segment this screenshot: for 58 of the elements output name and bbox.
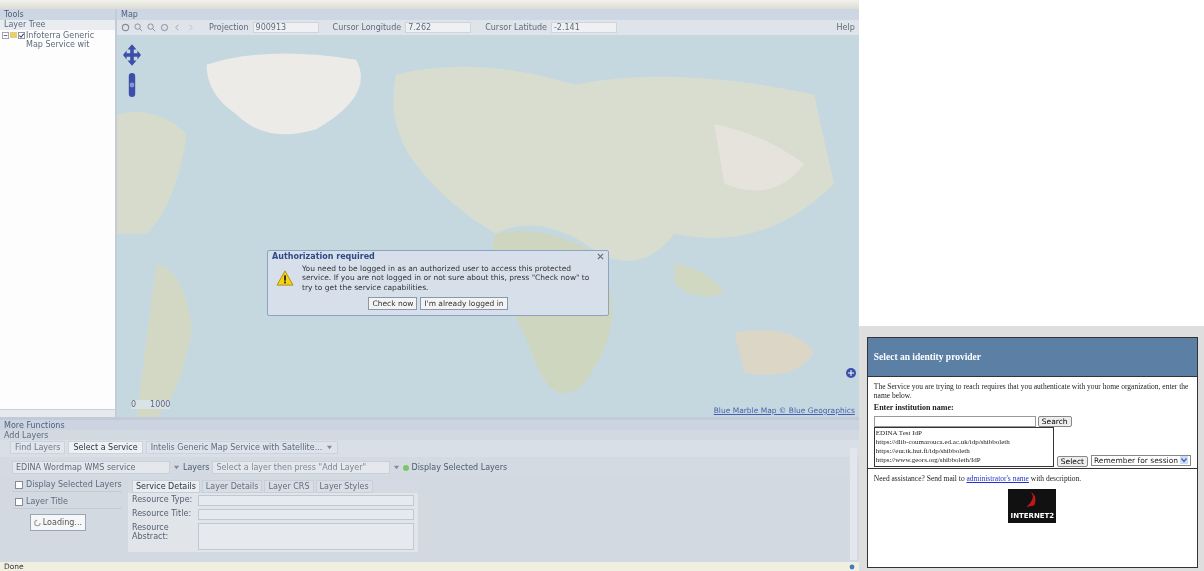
field-label: Resource Type: xyxy=(132,495,194,506)
globe-icon xyxy=(848,563,855,570)
caret-icon[interactable] xyxy=(326,444,334,451)
latitude-field: -2.141 xyxy=(550,21,617,33)
page-title: Select an identity provider xyxy=(873,352,982,362)
projection-field: 900913 xyxy=(252,21,319,33)
input-field[interactable] xyxy=(198,495,414,506)
text-area[interactable] xyxy=(198,523,414,550)
checkbox-label: Display Selected Layers xyxy=(26,480,122,489)
checkbox[interactable] xyxy=(15,480,23,489)
tab[interactable]: Layer Details xyxy=(201,480,263,493)
zoom-extent-icon[interactable] xyxy=(121,22,130,32)
caret-icon[interactable] xyxy=(1180,456,1188,465)
checkbox-label: Layer Title xyxy=(26,497,68,506)
institution-field[interactable] xyxy=(873,415,1036,427)
tree-item[interactable]: Infoterra Generic Map Service wit xyxy=(2,31,113,50)
tab[interactable]: Find Layers xyxy=(10,441,66,454)
display-layers-button[interactable]: Display Selected Layers xyxy=(403,463,508,472)
panel-title: Map xyxy=(121,9,138,19)
projection-label: Projection xyxy=(209,22,249,32)
longitude-label: Cursor Longitude xyxy=(332,22,402,32)
dialog-title: Authorization required xyxy=(272,251,375,261)
checkbox[interactable] xyxy=(18,31,25,39)
tab[interactable]: Layer CRS xyxy=(264,480,314,493)
pan-control-icon[interactable] xyxy=(123,42,141,67)
zoom-in-icon[interactable] xyxy=(134,22,143,32)
panel-title: Tools xyxy=(4,9,24,19)
pan-hand-icon[interactable] xyxy=(160,22,169,32)
loading-text: Loading... xyxy=(42,518,82,527)
tab[interactable]: Service Details xyxy=(132,480,200,493)
spinner-icon xyxy=(34,518,41,527)
scale-bar: 0 1000 xyxy=(131,400,171,409)
caret-icon[interactable] xyxy=(173,464,180,471)
longitude-field: 7.262 xyxy=(405,21,472,33)
service-field[interactable]: EDINA Wordmap WMS service xyxy=(12,461,170,474)
tab[interactable]: Layer Styles xyxy=(315,480,373,493)
checkbox[interactable] xyxy=(15,497,23,506)
scrollbar[interactable] xyxy=(0,409,115,417)
layers-label: Layers xyxy=(183,463,210,472)
tab[interactable]: Select a Service xyxy=(68,441,143,454)
folder-icon xyxy=(10,31,17,38)
caret-icon[interactable] xyxy=(393,464,401,471)
zoom-slider-icon[interactable] xyxy=(128,70,136,99)
expand-icon[interactable] xyxy=(2,31,9,39)
warning-icon xyxy=(276,269,294,286)
field-label: Resource Abstract: xyxy=(132,523,170,543)
layer-switcher-icon[interactable] xyxy=(845,367,856,378)
section-title: Add Layers xyxy=(4,430,49,440)
input-field[interactable] xyxy=(198,509,414,520)
field-label: Resource Title: xyxy=(132,509,193,520)
panel-title: More Functions xyxy=(4,420,65,430)
latitude-label: Cursor Latitude xyxy=(485,22,547,32)
layer-tree-label: Layer Tree xyxy=(4,20,46,30)
service-dropdown[interactable]: Intelis Generic Map Service with Satellite... xyxy=(145,441,339,454)
close-icon[interactable] xyxy=(597,252,604,260)
help-menu[interactable]: Help xyxy=(836,22,855,32)
zoom-out-icon[interactable] xyxy=(147,22,156,32)
institution-label: Enter institution name: xyxy=(873,403,955,413)
